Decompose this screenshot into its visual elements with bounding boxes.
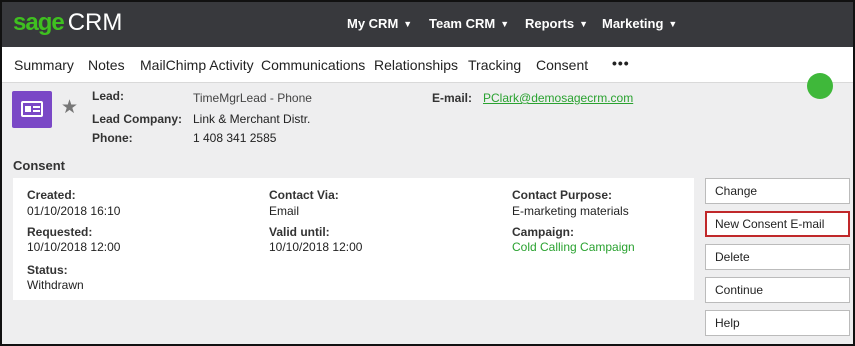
tab-consent[interactable]: Consent (536, 57, 588, 73)
menu-team-crm[interactable]: Team CRM ▼ (429, 16, 509, 31)
menu-reports-label: Reports (525, 16, 575, 31)
created-value: 01/10/2018 16:10 (27, 204, 121, 218)
phone-value: 1 408 341 2585 (193, 131, 277, 145)
requested-value: 10/10/2018 12:00 (27, 240, 121, 254)
tab-tracking[interactable]: Tracking (468, 57, 521, 73)
app-window: sage CRM My CRM ▼ Team CRM ▼ Reports ▼ Marke… (0, 0, 855, 346)
change-button[interactable]: Change (705, 178, 850, 204)
valid-until-label: Valid until: (269, 225, 330, 239)
top-navigation-bar: sage CRM My CRM ▼ Team CRM ▼ Reports ▼ Marke… (2, 2, 853, 47)
delete-button[interactable]: Delete (705, 244, 850, 270)
logo-product: CRM (67, 9, 123, 36)
caret-down-icon: ▼ (668, 19, 678, 29)
tab-notes[interactable]: Notes (88, 57, 125, 73)
valid-until-value: 10/10/2018 12:00 (269, 240, 363, 254)
star-icon[interactable]: ★ (61, 98, 78, 118)
caret-down-icon: ▼ (579, 19, 589, 29)
campaign-link[interactable]: Cold Calling Campaign (512, 240, 635, 254)
tab-summary[interactable]: Summary (14, 57, 74, 73)
continue-button[interactable]: Continue (705, 277, 850, 303)
lead-value: TimeMgrLead - Phone (193, 91, 312, 105)
caret-down-icon: ▼ (403, 19, 413, 29)
lead-card-icon (12, 91, 52, 128)
contact-via-value: Email (269, 204, 300, 218)
menu-marketing-label: Marketing (602, 16, 664, 31)
menu-reports[interactable]: Reports ▼ (525, 16, 588, 31)
lead-label: Lead: (92, 89, 125, 103)
campaign-label: Campaign: (512, 225, 575, 239)
menu-marketing[interactable]: Marketing ▼ (602, 16, 677, 31)
consent-details-panel: Created: 01/10/2018 16:10 Requested: 10/… (13, 178, 694, 300)
tab-mailchimp-activity[interactable]: MailChimp Activity (140, 57, 254, 73)
menu-team-crm-label: Team CRM (429, 16, 496, 31)
lead-company-label: Lead Company: (92, 112, 183, 126)
menu-my-crm[interactable]: My CRM ▼ (347, 16, 412, 31)
card-outline (21, 101, 43, 117)
help-button[interactable]: Help (705, 310, 850, 336)
created-label: Created: (27, 188, 76, 202)
tab-more[interactable]: ••• (612, 55, 630, 71)
status-label: Status: (27, 263, 68, 277)
requested-label: Requested: (27, 225, 93, 239)
app-logo[interactable]: sage CRM (13, 10, 122, 36)
tab-relationships[interactable]: Relationships (374, 57, 458, 73)
caret-down-icon: ▼ (500, 19, 510, 29)
contact-purpose-value: E-marketing materials (512, 204, 629, 218)
menu-my-crm-label: My CRM (347, 16, 399, 31)
email-label: E-mail: (432, 91, 473, 105)
phone-label: Phone: (92, 131, 133, 145)
consent-section-title: Consent (13, 158, 65, 173)
new-consent-email-button[interactable]: New Consent E-mail (705, 211, 850, 237)
contact-via-label: Contact Via: (269, 188, 339, 202)
email-link[interactable]: PClark@demosagecrm.com (483, 91, 633, 105)
tab-communications[interactable]: Communications (261, 57, 365, 73)
logo-brand: sage (13, 9, 65, 36)
add-circle-icon[interactable] (807, 73, 833, 99)
status-value: Withdrawn (27, 278, 84, 292)
contact-purpose-label: Contact Purpose: (512, 188, 613, 202)
lead-company-value: Link & Merchant Distr. (193, 112, 311, 126)
tab-bar: Summary Notes MailChimp Activity Communi… (2, 47, 853, 83)
